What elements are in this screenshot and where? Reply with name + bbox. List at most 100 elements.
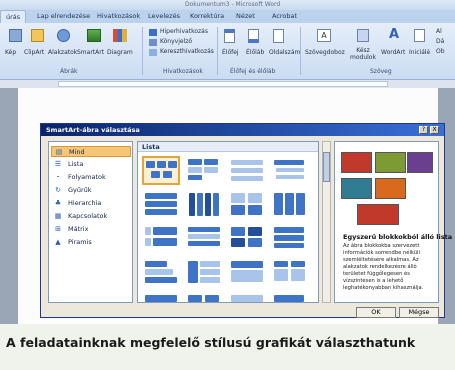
layout-thumbnail[interactable] xyxy=(228,156,266,185)
header-button[interactable]: Élőfej xyxy=(222,49,239,56)
tab-insert[interactable]: úrás xyxy=(0,10,27,23)
layout-thumbnail[interactable] xyxy=(228,190,266,219)
chart-button[interactable]: Diagram xyxy=(107,49,133,56)
layout-thumbnail[interactable] xyxy=(185,258,223,287)
bookmark-icon xyxy=(149,39,157,46)
chart-icon xyxy=(113,29,127,42)
preview-block xyxy=(407,152,433,173)
group-label-header-footer: Élőfej és élőláb xyxy=(230,68,276,75)
layout-thumbnail[interactable] xyxy=(271,258,309,287)
smartart-icon xyxy=(87,29,101,42)
layout-thumbnail[interactable] xyxy=(142,292,180,302)
tab-acrobat[interactable]: Acrobat xyxy=(272,12,297,20)
page-number-button[interactable]: Oldalszám xyxy=(269,49,300,56)
layout-thumbnail[interactable] xyxy=(228,224,266,253)
layout-thumbnail[interactable] xyxy=(185,292,223,302)
object-button[interactable]: Ob xyxy=(436,48,445,55)
category-label: Mind xyxy=(69,148,85,156)
hyperlink-button[interactable]: Hiperhivatkozás xyxy=(160,28,208,35)
caption-text: A feladatainknak megfelelő stílusú grafi… xyxy=(6,335,416,350)
layout-thumbnail[interactable] xyxy=(185,190,223,219)
word-title-bar: Dokumentum3 - Microsoft Word xyxy=(0,0,455,10)
category-item-all[interactable]: ▤ Mind xyxy=(51,146,131,157)
category-item-hierarchy[interactable]: ♣ Hierarchia xyxy=(51,198,131,209)
preview-block xyxy=(341,178,372,199)
clipart-icon xyxy=(31,29,44,42)
cross-reference-button[interactable]: Kereszthivatkozás xyxy=(160,48,214,55)
cycle-icon: ↻ xyxy=(55,186,61,194)
tab-mailings[interactable]: Levelezés xyxy=(148,12,180,20)
clipart-button[interactable]: ClipArt xyxy=(24,49,44,56)
category-label: Piramis xyxy=(68,238,92,246)
gallery-scrollbar[interactable] xyxy=(322,141,331,303)
ok-button[interactable]: OK xyxy=(356,307,396,318)
wordart-button[interactable]: WordArt xyxy=(381,49,405,56)
category-item-cycle[interactable]: ↻ Gyűrűk xyxy=(51,185,131,196)
hyperlink-icon xyxy=(149,29,157,36)
hierarchy-icon: ♣ xyxy=(54,199,62,207)
process-icon: ⁃ xyxy=(56,173,60,181)
bookmark-button[interactable]: Könyvjelző xyxy=(160,38,192,45)
ribbon-divider xyxy=(142,27,143,75)
group-label-links: Hivatkozások xyxy=(163,68,203,75)
cancel-button[interactable]: Mégse xyxy=(399,307,439,318)
page-number-icon xyxy=(273,29,284,43)
category-item-list[interactable]: ☰ Lista xyxy=(51,159,131,170)
layout-thumbnail[interactable] xyxy=(271,156,309,185)
preview-description: Az ábra blokkokba szervezett információk… xyxy=(343,243,424,291)
layout-thumbnail-basic-block-list[interactable] xyxy=(142,156,180,185)
preview-block xyxy=(375,152,406,173)
layout-thumbnail[interactable] xyxy=(142,190,180,219)
window-title: Dokumentum3 - Microsoft Word xyxy=(185,1,281,8)
tab-view[interactable]: Nézet xyxy=(236,12,255,20)
preview-block xyxy=(341,152,372,173)
close-button[interactable]: X xyxy=(430,126,439,134)
horizontal-ruler[interactable] xyxy=(0,80,455,88)
layout-thumbnail[interactable] xyxy=(228,292,266,302)
scrollbar-thumb[interactable] xyxy=(323,152,330,182)
tab-references[interactable]: Hivatkozások xyxy=(97,12,140,20)
category-item-relationship[interactable]: ▦ Kapcsolatok xyxy=(51,211,131,222)
layout-thumbnail[interactable] xyxy=(271,190,309,219)
ribbon: Kép ClipArt Alakzatok SmartArt Diagram Á… xyxy=(0,23,455,80)
drop-cap-icon xyxy=(414,29,425,42)
category-item-matrix[interactable]: ⊞ Mátrix xyxy=(51,224,131,235)
date-time-button[interactable]: Dá xyxy=(436,38,444,45)
layout-thumbnail[interactable] xyxy=(185,156,223,185)
dialog-title-bar[interactable]: SmartArt-ábra választása ? X xyxy=(41,124,444,136)
signature-line-button[interactable]: Al xyxy=(436,28,442,35)
wordart-icon: A xyxy=(389,27,400,42)
layout-thumbnail[interactable] xyxy=(142,224,180,253)
layout-thumbnail[interactable] xyxy=(271,292,309,302)
group-label-text: Szöveg xyxy=(370,68,392,75)
layout-thumbnail[interactable] xyxy=(271,224,309,253)
shapes-button[interactable]: Alakzatok xyxy=(48,49,77,56)
preview-block xyxy=(357,204,399,225)
group-label-illustrations: Ábrák xyxy=(60,68,78,75)
tab-page-layout[interactable]: Lap elrendezése xyxy=(37,12,90,20)
layout-preview: Egyszerű blokkokból álló lista Az ábra b… xyxy=(334,141,452,303)
footer-button[interactable]: Élőláb xyxy=(246,49,264,56)
layout-thumbnail[interactable] xyxy=(228,258,266,287)
ribbon-divider xyxy=(300,27,301,75)
category-item-pyramid[interactable]: ▲ Piramis xyxy=(51,237,131,248)
smartart-button[interactable]: SmartArt xyxy=(77,49,104,56)
textbox-button[interactable]: Szövegdoboz xyxy=(305,49,345,56)
category-label: Kapcsolatok xyxy=(68,212,108,220)
category-label: Mátrix xyxy=(68,225,89,233)
category-item-process[interactable]: ⁃ Folyamatok xyxy=(51,172,131,183)
tab-review[interactable]: Korrektúra xyxy=(190,12,224,20)
quick-parts-button[interactable]: Kész modulok xyxy=(349,47,377,61)
dialog-title: SmartArt-ábra választása xyxy=(46,126,140,134)
footer-icon xyxy=(248,29,259,43)
layout-thumbnail[interactable] xyxy=(142,258,180,287)
gallery-header-label: Lista xyxy=(142,143,160,151)
preview-title: Egyszerű blokkokból álló lista xyxy=(343,233,453,241)
shapes-icon xyxy=(57,29,70,42)
picture-button[interactable]: Kép xyxy=(5,49,16,56)
category-list: ▤ Mind ☰ Lista ⁃ Folyamatok ↻ Gyűrűk ♣ H… xyxy=(48,141,133,303)
layout-thumbnail[interactable] xyxy=(185,224,223,253)
drop-cap-button[interactable]: Iniciálé xyxy=(409,49,430,56)
help-button[interactable]: ? xyxy=(419,126,428,134)
ruler-scale xyxy=(58,81,388,87)
